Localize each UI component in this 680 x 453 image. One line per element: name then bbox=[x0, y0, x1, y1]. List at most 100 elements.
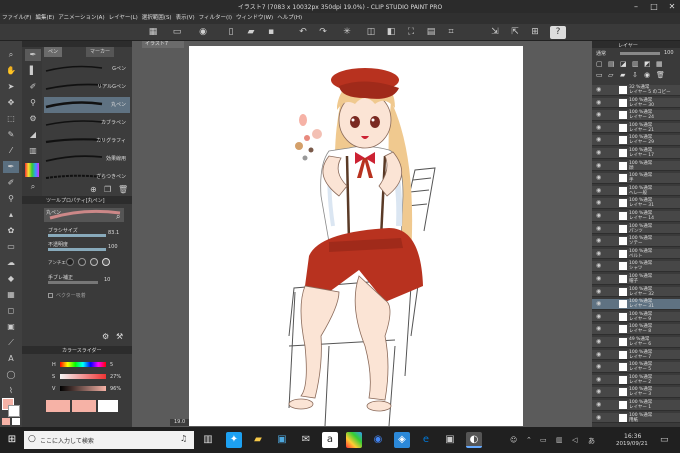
selection-tool-icon[interactable]: ⬚ bbox=[3, 113, 19, 125]
subtool-stamp-icon[interactable]: ▥ bbox=[25, 145, 41, 157]
layer-row[interactable]: ◉ 100 %通常 レイヤー 17 bbox=[592, 148, 680, 159]
settings-icon[interactable]: ⚙ bbox=[102, 332, 109, 341]
layer-row[interactable]: ◉ 100 %通常 レイヤー 5 bbox=[592, 362, 680, 373]
game-icon[interactable]: ▣ bbox=[442, 432, 458, 448]
subtool-marker-icon[interactable]: ▌ bbox=[25, 65, 41, 77]
eye-icon[interactable]: ◉ bbox=[196, 26, 210, 39]
s-value[interactable]: 27% bbox=[110, 374, 121, 380]
loading-icon[interactable]: ✳ bbox=[340, 26, 354, 39]
hue-slider[interactable] bbox=[60, 362, 106, 367]
delete-subtool-icon[interactable]: 🗑 bbox=[118, 185, 128, 194]
lasso-tool-icon[interactable]: ✎ bbox=[3, 129, 19, 141]
new-vector-layer-icon[interactable]: ▱ bbox=[608, 71, 613, 79]
fill-icon[interactable]: ◧ bbox=[384, 26, 398, 39]
menu-window[interactable]: ウィンドウ(W) bbox=[234, 13, 275, 24]
visibility-eye-icon[interactable]: ◉ bbox=[596, 275, 601, 282]
merge-icon[interactable]: ⇩ bbox=[632, 71, 638, 79]
volume-icon[interactable]: ◁ bbox=[572, 436, 577, 444]
visibility-eye-icon[interactable]: ◉ bbox=[596, 111, 601, 118]
figure-tool-icon[interactable]: ◻ bbox=[3, 305, 19, 317]
ime-icon[interactable]: あ bbox=[588, 436, 595, 446]
windows-start-icon[interactable]: ⊞ bbox=[4, 432, 20, 448]
network-icon[interactable]: ▥ bbox=[556, 436, 563, 444]
visibility-eye-icon[interactable]: ◉ bbox=[596, 250, 601, 257]
copy-subtool-icon[interactable]: ❐ bbox=[104, 185, 111, 194]
layer-row[interactable]: ◉ 100 %通常 レイヤー 14 bbox=[592, 211, 680, 222]
color-swatch-small-1[interactable] bbox=[2, 418, 10, 425]
layer-row[interactable]: ◉ 100 %通常 帽子 bbox=[592, 274, 680, 285]
visibility-eye-icon[interactable]: ◉ bbox=[596, 325, 601, 332]
clock-time[interactable]: 16:36 bbox=[624, 433, 641, 440]
layer-row[interactable]: ◉ 100 %通常 レイヤー 9 bbox=[592, 311, 680, 323]
canvas-tab[interactable]: イラスト7 bbox=[142, 41, 184, 48]
layer-row[interactable]: ◉ 100 %通常 レイヤー 1 bbox=[592, 400, 680, 411]
frame-tool-icon[interactable]: ▣ bbox=[3, 321, 19, 333]
text-tool-icon[interactable]: A bbox=[3, 353, 19, 365]
layer-row[interactable]: ◉ 100 %通常 ベルト bbox=[592, 248, 680, 260]
layer-settings-icon[interactable]: ▦ bbox=[656, 60, 663, 68]
clock-date[interactable]: 2019/09/21 bbox=[616, 441, 648, 447]
menu-animation[interactable]: アニメーション(A) bbox=[56, 13, 106, 24]
correct-line-tool-icon[interactable]: ⌇ bbox=[3, 385, 19, 397]
color-icon[interactable]: ◩ bbox=[644, 60, 651, 68]
stabilize-slider[interactable] bbox=[48, 281, 98, 284]
monitor-icon[interactable]: ▭ bbox=[170, 26, 184, 39]
grid-icon[interactable]: ▤ bbox=[424, 26, 438, 39]
ruler-tool-icon[interactable]: ⟋ bbox=[3, 337, 19, 349]
transform-icon[interactable]: ⛶ bbox=[404, 26, 418, 39]
layer-row[interactable]: ◉ 32 %通常 レイヤー 5 のコピー bbox=[592, 85, 680, 96]
antialias-none[interactable] bbox=[66, 258, 74, 266]
brush-size-slider[interactable] bbox=[48, 234, 106, 237]
edge-icon[interactable]: e bbox=[418, 432, 434, 448]
trash-icon[interactable]: 🗑 bbox=[656, 71, 665, 79]
menu-filter[interactable]: フィルター(I) bbox=[197, 13, 234, 24]
battery-icon[interactable]: ▭ bbox=[540, 436, 547, 444]
visibility-eye-icon[interactable]: ◉ bbox=[596, 388, 601, 395]
people-icon[interactable]: ☺ bbox=[510, 436, 517, 444]
mask-icon[interactable]: ◪ bbox=[620, 60, 627, 68]
explorer-icon[interactable]: ▰ bbox=[250, 432, 266, 448]
brush-tool-icon[interactable]: ⚲ bbox=[3, 193, 19, 205]
brush-item[interactable]: ざらつきペン bbox=[44, 169, 130, 185]
menu-edit[interactable]: 編集(E) bbox=[33, 13, 56, 24]
visibility-eye-icon[interactable]: ◉ bbox=[596, 136, 601, 143]
sub-color-swatch[interactable] bbox=[8, 405, 20, 417]
menu-view[interactable]: 表示(V) bbox=[174, 13, 197, 24]
subtool-ink-icon[interactable]: ◢ bbox=[25, 129, 41, 141]
visibility-eye-icon[interactable]: ◉ bbox=[596, 225, 601, 232]
antialias-medium[interactable] bbox=[90, 258, 98, 266]
save-icon[interactable]: ▪ bbox=[264, 26, 278, 39]
crop-icon[interactable]: ⌗ bbox=[444, 26, 458, 39]
visibility-eye-icon[interactable]: ◉ bbox=[596, 300, 601, 307]
eyedropper-tool-icon[interactable]: ⁄ bbox=[3, 145, 19, 157]
blend-mode-select[interactable]: 通常 bbox=[596, 50, 606, 57]
visibility-eye-icon[interactable]: ◉ bbox=[596, 262, 601, 269]
stabilize-value[interactable]: 10 bbox=[104, 277, 110, 283]
layout-icon[interactable]: ▦ bbox=[146, 26, 160, 39]
layer-row[interactable]: ◉ 100 %通常 用紙 bbox=[592, 412, 680, 424]
layer-row[interactable]: ◉ 100 %通常 レイヤー 24 bbox=[592, 110, 680, 121]
layer-row[interactable]: ◉ 100 %通常 レイヤー 32 bbox=[592, 286, 680, 298]
twitter-icon[interactable]: ✦ bbox=[226, 432, 242, 448]
menu-selection[interactable]: 選択範囲(S) bbox=[140, 13, 174, 24]
pencil-tool-icon[interactable]: ✐ bbox=[3, 177, 19, 189]
visibility-eye-icon[interactable]: ◉ bbox=[596, 376, 601, 383]
close-button[interactable]: ✕ bbox=[664, 0, 680, 13]
layer-row[interactable]: ◉ 100 %通常 ソテー bbox=[592, 236, 680, 247]
visibility-eye-icon[interactable]: ◉ bbox=[596, 99, 601, 106]
balloon-tool-icon[interactable]: ◯ bbox=[3, 369, 19, 381]
visibility-eye-icon[interactable]: ◉ bbox=[596, 212, 601, 219]
layer-row[interactable]: ◉ 49 %通常 レイヤー 6 bbox=[592, 337, 680, 348]
minimize-button[interactable]: – bbox=[628, 0, 644, 13]
add-subtool-icon[interactable]: ⊕ bbox=[90, 185, 97, 194]
menu-layer[interactable]: レイヤー(L) bbox=[107, 13, 140, 24]
snap-ruler-icon[interactable]: ⇲ bbox=[488, 26, 502, 39]
layer-row[interactable]: ◉ 100 %通常 レイヤー 3 bbox=[592, 387, 680, 398]
wrench-icon[interactable]: ⚒ bbox=[116, 332, 123, 341]
brush-size-value[interactable]: 83.1 bbox=[108, 230, 119, 236]
brush-item[interactable]: Gペン bbox=[44, 61, 130, 77]
chrome-icon[interactable]: ◉ bbox=[370, 432, 386, 448]
fill-tool-icon[interactable]: ◆ bbox=[3, 273, 19, 285]
visibility-eye-icon[interactable]: ◉ bbox=[596, 187, 601, 194]
clip-studio-icon[interactable]: ◐ bbox=[466, 432, 482, 448]
